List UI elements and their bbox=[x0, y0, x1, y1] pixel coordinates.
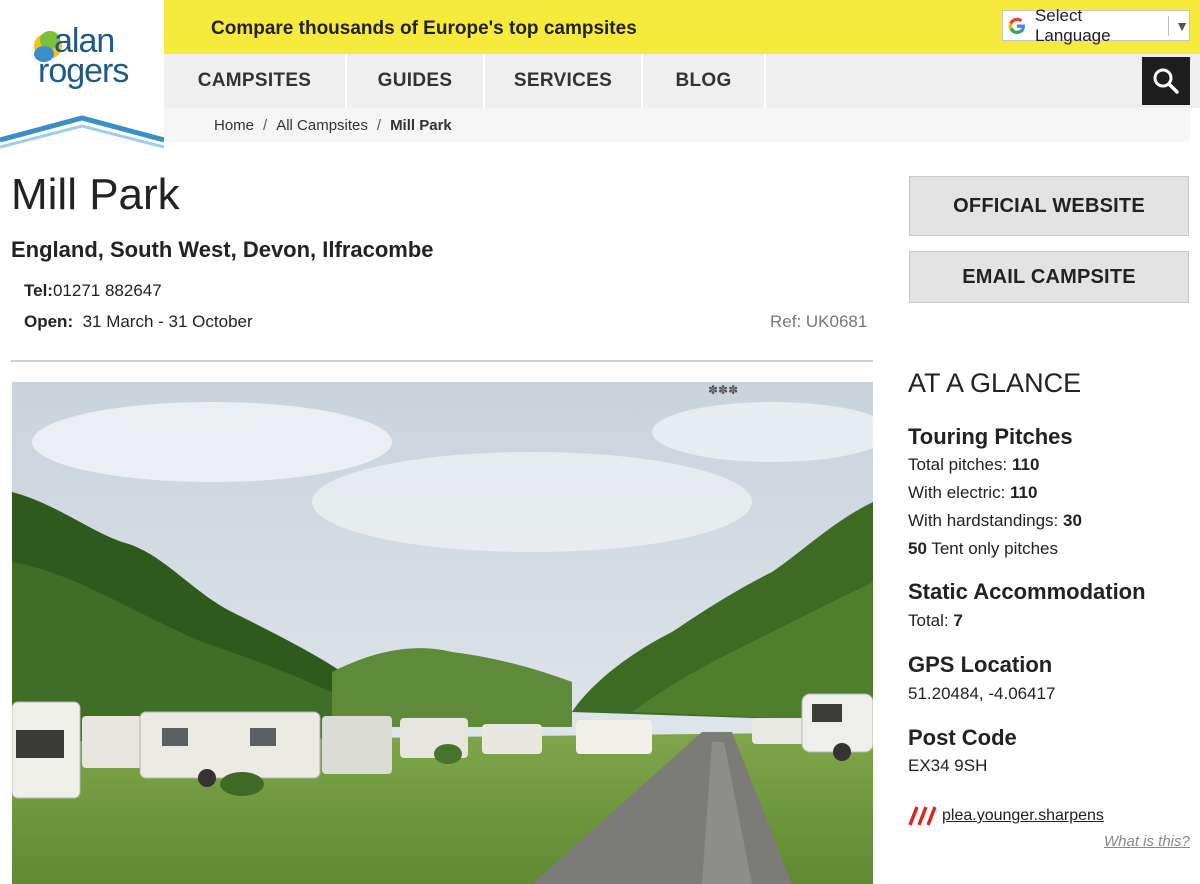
hardstanding-value: 30 bbox=[1062, 511, 1082, 530]
google-icon bbox=[1008, 17, 1025, 34]
postcode-heading: Post Code bbox=[908, 725, 1017, 750]
language-label: Select Language bbox=[1034, 5, 1111, 45]
electric-value: 110 bbox=[1010, 483, 1038, 502]
nav-guides[interactable]: GUIDES bbox=[347, 54, 485, 108]
breadcrumb: Home / All Campsites / Mill Park bbox=[164, 108, 1190, 142]
open-value: 31 March - 31 October bbox=[82, 312, 253, 331]
search-button[interactable] bbox=[1142, 57, 1190, 105]
static-total: Total: 7 bbox=[908, 611, 963, 631]
divider bbox=[11, 360, 873, 362]
static-accommodation-heading: Static Accommodation bbox=[908, 579, 1146, 604]
gps-heading: GPS Location bbox=[908, 652, 1053, 677]
tent-pitches: 50 Tent only pitches bbox=[908, 539, 1058, 559]
total-pitches: Total pitches: 110 bbox=[908, 455, 1039, 475]
page-title: Mill Park bbox=[11, 170, 180, 219]
postcode-value: EX34 9SH bbox=[908, 756, 988, 775]
logo-line-2: rogers bbox=[38, 52, 129, 90]
breadcrumb-separator: / bbox=[263, 116, 268, 134]
dropdown-arrow-icon: ▼ bbox=[1175, 17, 1189, 34]
tel-label: Tel: bbox=[24, 281, 53, 300]
tel-value[interactable]: 01271 882647 bbox=[53, 281, 162, 300]
campsite-location: England, South West, Devon, Ilfracombe bbox=[11, 237, 434, 262]
location-words-link[interactable]: plea.younger.sharpens bbox=[942, 807, 1104, 825]
nav-blog[interactable]: BLOG bbox=[643, 54, 766, 108]
campsite-photo-image: ✽✽✽ bbox=[12, 382, 873, 884]
breadcrumb-current: Mill Park bbox=[390, 116, 452, 134]
touring-pitches-heading: Touring Pitches bbox=[908, 424, 1073, 449]
location-link-row: plea.younger.sharpens bbox=[908, 805, 1104, 827]
electric-label: With electric: bbox=[908, 483, 1006, 502]
breadcrumb-separator: / bbox=[376, 116, 382, 134]
main-nav: CAMPSITES GUIDES SERVICES BLOG bbox=[164, 54, 1200, 108]
total-pitches-value: 110 bbox=[1011, 455, 1040, 474]
at-a-glance-heading: AT A GLANCE bbox=[908, 368, 1082, 398]
opening-dates: Open: 31 March - 31 October bbox=[24, 312, 253, 332]
what-is-this-link[interactable]: What is this? bbox=[1104, 833, 1190, 850]
hardstanding-pitches: With hardstandings: 30 bbox=[908, 511, 1082, 531]
svg-text:✽✽✽: ✽✽✽ bbox=[708, 383, 738, 397]
official-website-button[interactable]: OFFICIAL WEBSITE bbox=[909, 176, 1189, 236]
electric-pitches: With electric: 110 bbox=[908, 483, 1037, 503]
tent-label: Tent only pitches bbox=[931, 539, 1058, 558]
logo[interactable]: alan rogers bbox=[0, 0, 164, 156]
tagline: Compare thousands of Europe's top campsi… bbox=[211, 18, 637, 39]
search-icon bbox=[1153, 68, 1179, 94]
breadcrumb-all-campsites[interactable]: All Campsites bbox=[276, 117, 368, 134]
total-pitches-label: Total pitches: bbox=[908, 455, 1008, 474]
hardstanding-label: With hardstandings: bbox=[908, 511, 1059, 530]
open-label: Open: bbox=[24, 312, 74, 331]
language-divider bbox=[1168, 15, 1170, 36]
breadcrumb-home[interactable]: Home bbox=[214, 117, 254, 134]
nav-campsites[interactable]: CAMPSITES bbox=[164, 54, 347, 108]
telephone: Tel:01271 882647 bbox=[24, 281, 162, 301]
static-total-value: 7 bbox=[953, 611, 963, 630]
logo-text: alan rogers bbox=[38, 24, 138, 90]
email-campsite-button[interactable]: EMAIL CAMPSITE bbox=[909, 251, 1189, 303]
campsite-photo[interactable]: ✽✽✽ bbox=[12, 382, 873, 884]
top-banner: Compare thousands of Europe's top campsi… bbox=[164, 0, 1200, 54]
slashes-icon bbox=[908, 806, 936, 826]
tent-value: 50 bbox=[908, 539, 927, 558]
gps-value: 51.20484, -4.06417 bbox=[908, 684, 1056, 703]
nav-services[interactable]: SERVICES bbox=[485, 54, 643, 108]
static-total-label: Total: bbox=[908, 611, 949, 630]
language-select[interactable]: Select Language ▼ bbox=[1002, 6, 1190, 45]
campsite-ref: Ref: UK0681 bbox=[770, 312, 868, 331]
